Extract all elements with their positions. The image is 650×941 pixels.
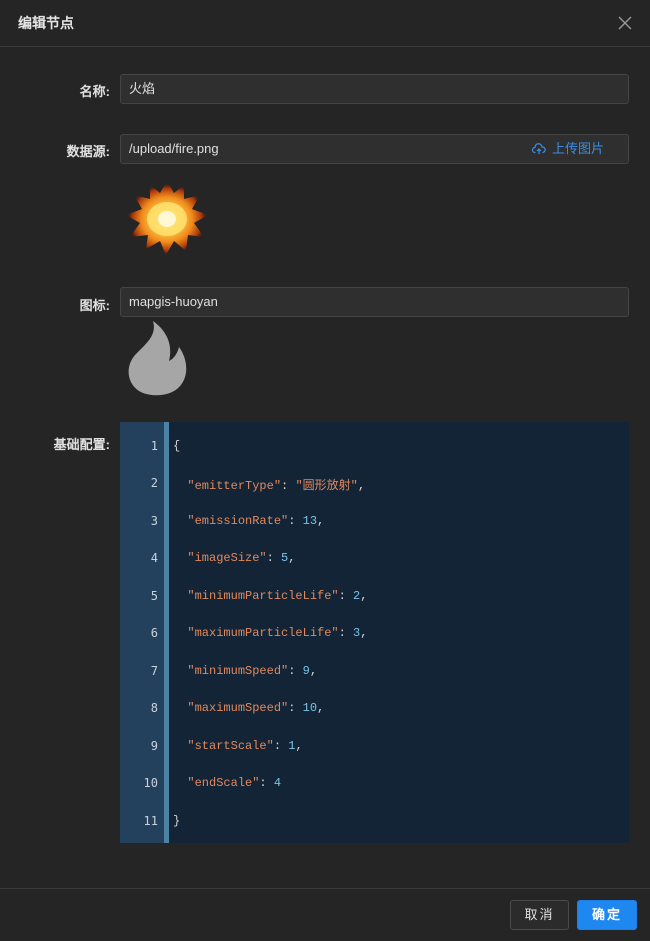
line-number: 3	[150, 514, 158, 528]
line-number: 5	[150, 589, 158, 603]
icon-label: 图标:	[79, 298, 110, 313]
json-key: "startScale"	[187, 739, 274, 753]
code-line: {	[173, 439, 181, 453]
ok-button[interactable]: 确定	[577, 900, 637, 930]
json-key: "maximumParticleLife"	[187, 626, 339, 640]
datasource-input[interactable]: /upload/fire.png 上传图片	[120, 134, 629, 164]
upload-image-button[interactable]: 上传图片	[531, 135, 604, 163]
json-value: 9	[302, 664, 310, 678]
json-separator: ,	[360, 626, 368, 640]
line-number: 7	[150, 664, 158, 678]
code-line: "minimumParticleLife": 2,	[187, 589, 368, 603]
code-line: "endScale": 4	[187, 776, 282, 790]
config-label: 基础配置:	[53, 437, 110, 452]
line-number: 8	[150, 701, 158, 715]
name-input-value: 火焰	[129, 81, 156, 96]
code-line: "startScale": 1,	[187, 739, 303, 753]
line-number: 1	[150, 439, 158, 453]
json-key: "minimumParticleLife"	[187, 589, 339, 603]
json-separator: ,	[295, 739, 303, 753]
dialog-title: 编辑节点	[18, 15, 74, 31]
json-value: 10	[302, 701, 318, 715]
datasource-label: 数据源:	[66, 144, 110, 159]
line-number: 9	[150, 739, 158, 753]
code-line: "emissionRate": 13,	[187, 514, 325, 528]
json-separator: ,	[317, 701, 325, 715]
icon-input-value: mapgis-huoyan	[129, 294, 218, 309]
gutter-scrollbar[interactable]	[164, 422, 169, 843]
json-separator: ,	[360, 589, 368, 603]
name-label: 名称:	[79, 84, 110, 99]
line-number: 4	[150, 551, 158, 565]
line-number: 11	[143, 814, 158, 828]
json-key: "maximumSpeed"	[187, 701, 289, 715]
json-key: "emitterType"	[187, 479, 282, 493]
json-value: 4	[273, 776, 282, 790]
line-number: 10	[143, 776, 158, 790]
json-separator: ,	[317, 514, 325, 528]
json-value: "圆形放射"	[295, 479, 358, 493]
json-separator: ,	[288, 551, 296, 565]
close-icon[interactable]	[616, 14, 634, 32]
dialog-footer: 取消 确定	[0, 888, 650, 941]
code-line: "maximumSpeed": 10,	[187, 701, 325, 715]
line-number: 2	[150, 476, 158, 490]
code-line: "emitterType": "圆形放射",	[187, 479, 366, 493]
code-line: "minimumSpeed": 9,	[187, 664, 318, 678]
json-key: "minimumSpeed"	[187, 664, 289, 678]
json-separator: ,	[309, 664, 318, 678]
datasource-input-value: /upload/fire.png	[129, 141, 219, 156]
line-number: 6	[150, 626, 158, 640]
code-line: }	[173, 814, 181, 828]
fire-image	[126, 181, 208, 255]
json-key: "imageSize"	[187, 551, 267, 565]
code-editor[interactable]: 1 2 3 4 5 6 7 8 9 10 11 { "emitterType": "圆形放射", "e…	[120, 422, 629, 843]
json-separator: ,	[357, 479, 366, 493]
cloud-upload-icon	[531, 143, 546, 154]
cancel-button[interactable]: 取消	[510, 900, 569, 930]
json-value: 13	[302, 514, 318, 528]
icon-input[interactable]: mapgis-huoyan	[120, 287, 629, 317]
dialog-header: 编辑节点	[0, 0, 650, 47]
flame-icon	[128, 321, 187, 396]
json-key: "endScale"	[187, 776, 260, 790]
name-input[interactable]: 火焰	[120, 74, 629, 104]
code-line: "maximumParticleLife": 3,	[187, 626, 368, 640]
json-key: "emissionRate"	[187, 514, 289, 528]
upload-image-label: 上传图片	[551, 141, 604, 156]
code-line: "imageSize": 5,	[187, 551, 296, 565]
